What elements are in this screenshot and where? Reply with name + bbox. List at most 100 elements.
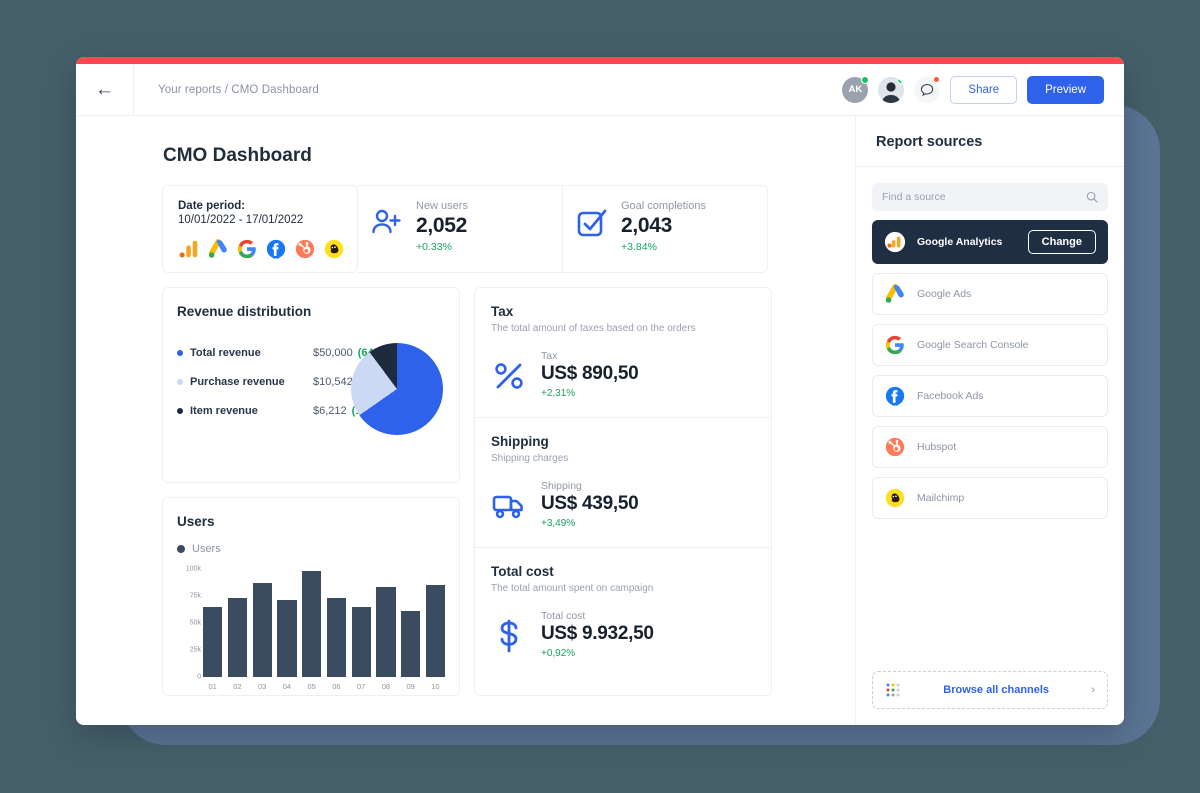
kpi-card-goal-completions: Goal completions 2,043 +3.84%	[563, 185, 768, 273]
truck-icon	[492, 495, 523, 519]
breadcrumb[interactable]: Your reports / CMO Dashboard	[134, 64, 842, 115]
source-item-google-search-console[interactable]: Google Search Console	[872, 324, 1108, 366]
source-name: Mailchimp	[917, 492, 965, 504]
metric-delta: +0,92%	[541, 648, 576, 659]
dashboard-area: CMO Dashboard Date period: 10/01/2022 - …	[76, 116, 855, 725]
kpi-delta: +0.33%	[416, 241, 452, 253]
x-axis-label: 07	[356, 682, 366, 691]
source-icon-strip	[178, 238, 344, 260]
notification-dot	[933, 75, 941, 83]
metric-subtitle: The total amount spent on campaign	[491, 583, 654, 594]
checkbox-check-icon	[577, 209, 607, 237]
metric-title: Tax	[491, 304, 514, 319]
metric-tax: Tax The total amount of taxes based on t…	[475, 288, 771, 418]
bar	[401, 611, 421, 677]
avatar-initials: AK	[848, 84, 863, 95]
users-bar-chart: 0 25k 50k 75k 100k	[177, 565, 445, 681]
metric-label: Shipping	[541, 480, 582, 492]
app-body: CMO Dashboard Date period: 10/01/2022 - …	[76, 116, 1124, 725]
metric-delta: +3,49%	[541, 518, 576, 529]
hubspot-icon	[885, 437, 905, 457]
metric-title: Shipping	[491, 434, 549, 449]
date-period-card: Date period: 10/01/2022 - 17/01/2022	[162, 185, 358, 273]
revenue-distribution-card: Revenue distribution Total revenue $50,0…	[162, 287, 460, 483]
report-sources-panel: Report sources Find a source Google Anal…	[855, 116, 1124, 725]
source-item-google-analytics[interactable]: Google Analytics Change	[872, 220, 1108, 264]
top-bar-actions: AK Share Preview	[842, 64, 1124, 115]
date-period-value: 10/01/2022 - 17/01/2022	[178, 214, 304, 226]
mailchimp-icon	[324, 239, 344, 259]
browse-all-channels-button[interactable]: Browse all channels ›	[872, 671, 1108, 709]
legend-dot	[177, 350, 183, 356]
kpi-label: New users	[416, 200, 468, 212]
x-axis-label: 01	[208, 682, 217, 691]
bar	[302, 571, 322, 677]
google-ads-icon	[885, 284, 904, 303]
search-input[interactable]	[882, 191, 1086, 203]
source-item-mailchimp[interactable]: Mailchimp	[872, 477, 1108, 519]
x-axis-label: 06	[332, 682, 341, 691]
change-source-button[interactable]: Change	[1027, 230, 1096, 254]
bar	[277, 600, 297, 677]
chevron-right-icon: ›	[1091, 684, 1095, 696]
x-axis-label: 10	[431, 682, 440, 691]
y-axis-label: 25k	[189, 646, 201, 654]
google-ads-icon	[208, 239, 227, 258]
revenue-amount: $10,542	[313, 376, 353, 388]
kpi-value: 2,052	[416, 214, 468, 237]
y-axis-label: 0	[197, 673, 201, 681]
avatar-photo[interactable]	[878, 76, 905, 103]
avatar[interactable]: AK	[842, 75, 870, 103]
source-item-google-ads[interactable]: Google Ads	[872, 273, 1108, 315]
users-legend: Users	[177, 543, 445, 555]
y-axis-label: 100k	[185, 565, 201, 573]
top-bar: ← Your reports / CMO Dashboard AK Share …	[76, 64, 1124, 116]
metric-value: US$ 9.932,50	[541, 623, 654, 644]
x-axis-label: 04	[282, 682, 292, 691]
search-icon	[1086, 191, 1098, 203]
revenue-pie-chart	[351, 343, 443, 435]
chat-bubble-icon[interactable]	[914, 75, 941, 103]
google-analytics-icon	[179, 240, 198, 258]
online-status-dot	[861, 75, 870, 84]
source-name: Google Analytics	[917, 236, 1003, 248]
x-axis-label: 08	[381, 682, 391, 691]
y-axis-label: 50k	[189, 619, 201, 627]
metric-shipping: Shipping Shipping charges Shipping US$ 4…	[475, 418, 771, 548]
x-axis-labels: 01 02 03 04 05 06 07 08 09 10	[177, 682, 445, 691]
google-icon	[885, 335, 904, 355]
report-sources-footer: Browse all channels ›	[856, 671, 1124, 725]
metric-delta: +2,31%	[541, 388, 576, 399]
date-period-label: Date period:	[178, 200, 246, 212]
x-axis-label: 09	[406, 682, 415, 691]
back-button[interactable]: ←	[76, 64, 134, 115]
revenue-name: Total revenue	[190, 347, 261, 359]
kpi-row: Date period: 10/01/2022 - 17/01/2022 New…	[162, 185, 855, 273]
left-charts-column: Revenue distribution Total revenue $50,0…	[162, 287, 460, 696]
legend-dot	[177, 408, 183, 414]
user-add-icon	[372, 209, 401, 234]
grid-dots-icon	[886, 683, 900, 697]
users-chart-card: Users Users 0 25k 50k 75k 100k 01 02 03 04 05 06 0…	[162, 497, 460, 696]
source-item-hubspot[interactable]: Hubspot	[872, 426, 1108, 468]
source-search[interactable]	[872, 183, 1108, 211]
revenue-title: Revenue distribution	[177, 304, 312, 319]
source-name: Google Search Console	[917, 339, 1029, 351]
browse-all-channels-label: Browse all channels	[943, 684, 1050, 696]
online-status-dot	[897, 76, 905, 84]
arrow-left-icon: ←	[95, 79, 114, 100]
preview-button[interactable]: Preview	[1027, 75, 1104, 104]
report-sources-body: Google Analytics Change Google Ads	[856, 167, 1124, 671]
bar	[425, 585, 445, 677]
facebook-ads-icon	[885, 386, 905, 406]
x-axis-label: 03	[257, 682, 267, 691]
source-item-facebook-ads[interactable]: Facebook Ads	[872, 375, 1108, 417]
revenue-amount: $50,000	[313, 347, 353, 359]
bar	[376, 587, 396, 677]
users-legend-label: Users	[192, 543, 221, 555]
google-analytics-icon	[884, 231, 906, 253]
x-axis-label: 02	[233, 682, 242, 691]
bars-container	[203, 569, 445, 677]
source-name: Facebook Ads	[917, 390, 984, 402]
share-button[interactable]: Share	[950, 75, 1018, 104]
